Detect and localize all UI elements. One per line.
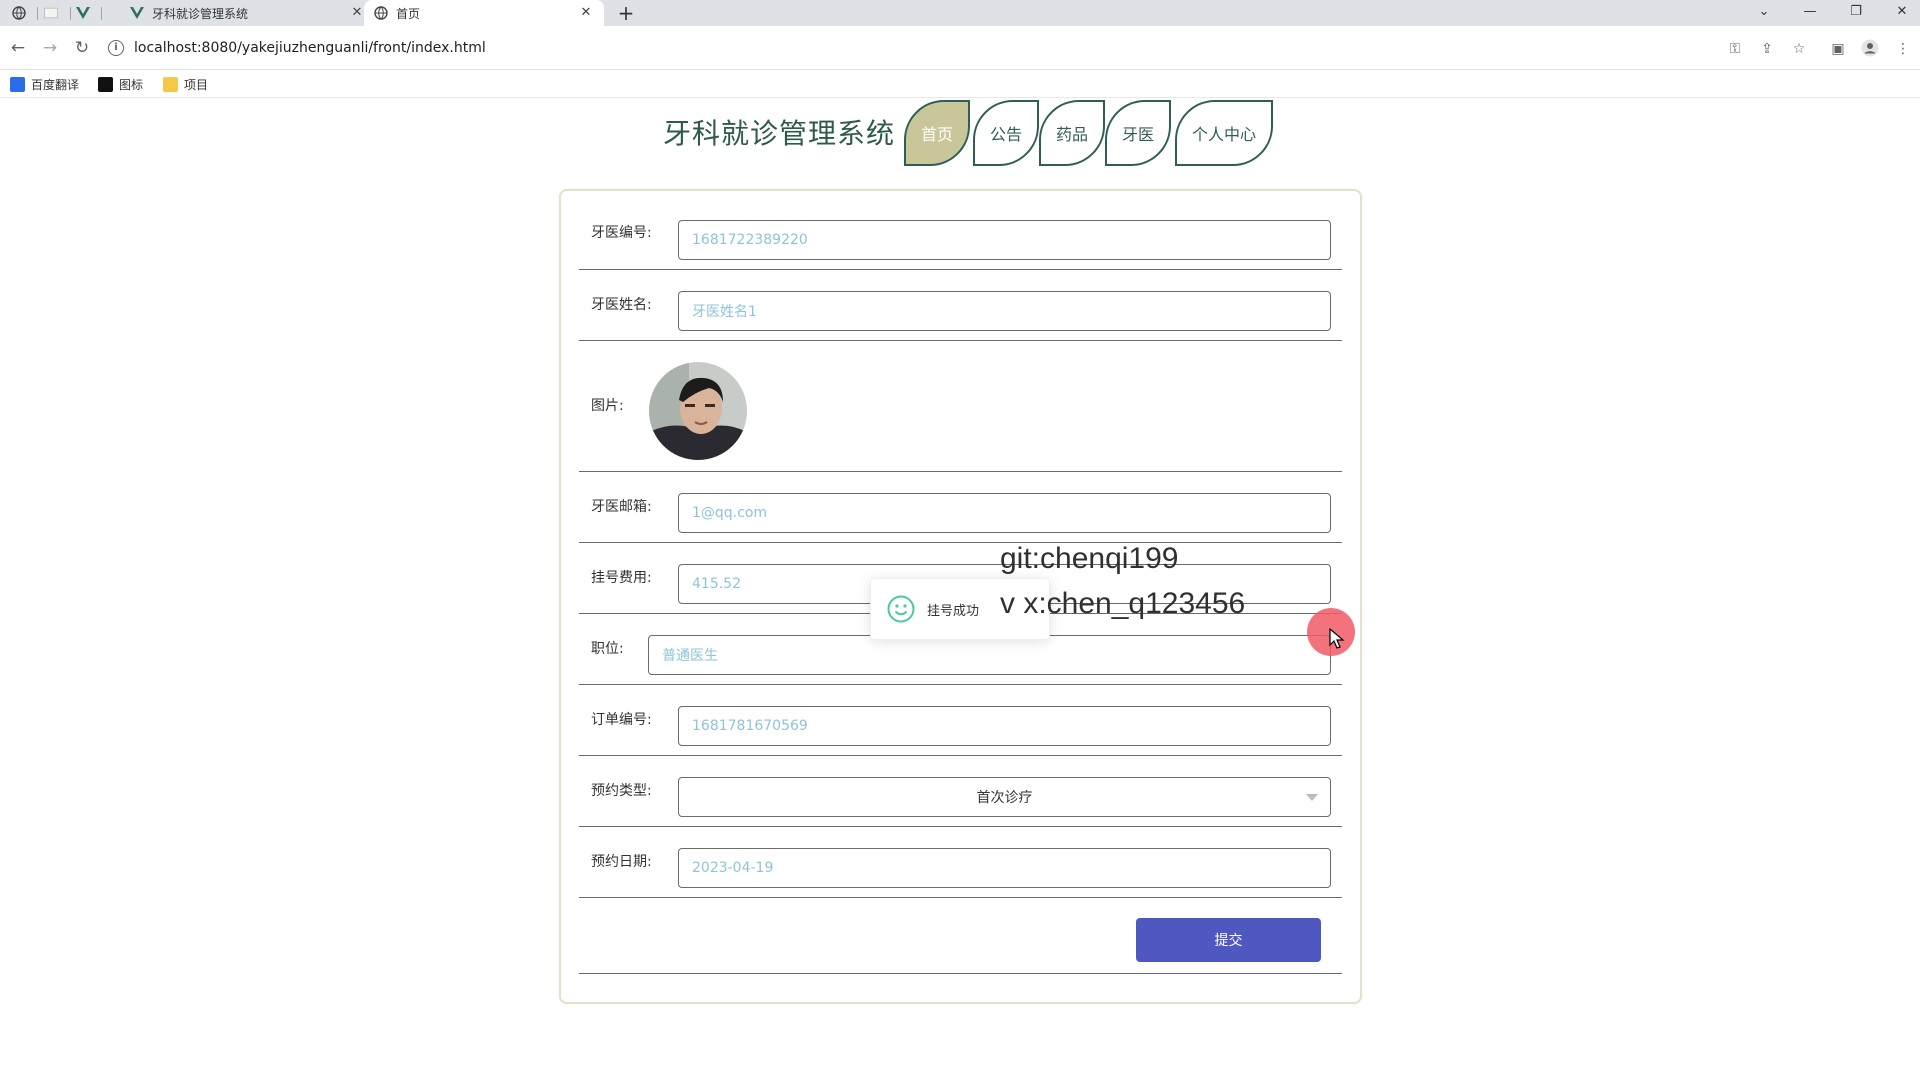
bookmarks-bar: 百度翻译 图标 项目: [0, 70, 1920, 98]
new-tab-button[interactable]: +: [615, 2, 637, 24]
bookmark-project[interactable]: 项目: [163, 76, 208, 93]
restore-icon[interactable]: ❐: [1834, 0, 1878, 26]
vue-logo-icon: [76, 6, 90, 20]
smile-icon: [887, 595, 915, 623]
bookmark-icons[interactable]: 图标: [98, 76, 143, 93]
tab-home[interactable]: 首页 ✕: [364, 0, 604, 26]
menu-icon[interactable]: ⋮: [1893, 39, 1913, 59]
back-icon[interactable]: ←: [7, 37, 29, 59]
minimize-icon[interactable]: —: [1788, 0, 1832, 26]
bookmark-star-icon[interactable]: ☆: [1789, 39, 1809, 59]
nav-medicine[interactable]: 药品: [1039, 100, 1105, 166]
dentist-name-label: 牙医姓名:: [591, 297, 652, 313]
close-icon[interactable]: ✕: [578, 5, 594, 21]
translate-icon: [10, 77, 25, 92]
dentist-avatar: [649, 362, 747, 460]
nav-dentist[interactable]: 牙医: [1105, 100, 1171, 166]
reload-icon[interactable]: ↻: [71, 37, 93, 59]
share-icon[interactable]: ⇪: [1757, 39, 1777, 59]
appt-type-label: 预约类型:: [591, 783, 652, 799]
tab-title: 牙科就诊管理系统: [152, 6, 249, 21]
tab-pinned-2[interactable]: [44, 0, 68, 26]
toast-message: 挂号成功: [927, 603, 980, 619]
position-label: 职位:: [591, 641, 624, 657]
dentist-email-label: 牙医邮箱:: [591, 499, 652, 515]
chevron-down-icon: [1306, 794, 1318, 801]
appt-date-label: 预约日期:: [591, 854, 652, 870]
dentist-name-input[interactable]: 牙医姓名1: [678, 291, 1331, 331]
tab-search-icon[interactable]: ⌄: [1742, 0, 1786, 26]
watermark-line-2: v x:chen_q123456: [1000, 587, 1246, 620]
submit-button[interactable]: 提交: [1136, 918, 1321, 962]
globe-icon: [12, 6, 26, 20]
watermark-line-1: git:chenqi199: [1000, 542, 1179, 575]
info-icon[interactable]: i: [108, 40, 124, 56]
nav-notice[interactable]: 公告: [973, 100, 1039, 166]
appt-type-select[interactable]: 首次诊疗: [678, 777, 1331, 817]
appt-date-input[interactable]: 2023-04-19: [678, 848, 1331, 888]
cursor-icon: [1329, 627, 1345, 650]
tab-pinned-1[interactable]: [12, 0, 36, 26]
appt-type-value: 首次诊疗: [976, 790, 1033, 806]
fee-label: 挂号费用:: [591, 570, 652, 586]
bookmark-baidu-translate[interactable]: 百度翻译: [10, 76, 79, 93]
browser-tab-strip: 牙科就诊管理系统 ✕ 首页 ✕ + ⌄ — ❐ ✕: [0, 0, 1920, 26]
nav-personal-center[interactable]: 个人中心: [1175, 100, 1273, 166]
vue-logo-icon: [130, 6, 144, 20]
image-icon: [98, 77, 113, 92]
tab-dental-system[interactable]: 牙科就诊管理系统 ✕: [130, 0, 362, 26]
folder-icon: [163, 77, 178, 92]
dentist-id-label: 牙医编号:: [591, 225, 652, 241]
image-label: 图片:: [591, 398, 624, 414]
window-close-icon[interactable]: ✕: [1880, 0, 1920, 26]
side-panel-icon[interactable]: ▣: [1828, 39, 1848, 59]
position-input[interactable]: 普通医生: [648, 635, 1331, 675]
order-no-input[interactable]: 1681781670569: [678, 706, 1331, 746]
tab-pinned-3[interactable]: [76, 0, 100, 26]
nav-home[interactable]: 首页: [904, 100, 970, 166]
address-bar[interactable]: i localhost:8080/yakejiuzhenguanli/front…: [108, 34, 1728, 62]
order-no-label: 订单编号:: [591, 712, 652, 728]
tab-title: 首页: [396, 6, 421, 21]
globe-icon: [374, 6, 388, 20]
profile-icon[interactable]: [1860, 39, 1880, 59]
browser-toolbar: ← → ↻ i localhost:8080/yakejiuzhenguanli…: [0, 26, 1920, 70]
page-icon: [44, 6, 58, 20]
url-text: localhost:8080/yakejiuzhenguanli/front/i…: [134, 40, 486, 56]
close-icon[interactable]: ✕: [349, 5, 365, 21]
dentist-id-input[interactable]: 1681722389220: [678, 220, 1331, 260]
key-icon[interactable]: ⚿: [1725, 39, 1745, 59]
forward-icon[interactable]: →: [39, 37, 61, 59]
dentist-email-input[interactable]: 1@qq.com: [678, 493, 1331, 533]
site-title: 牙科就诊管理系统: [663, 117, 896, 150]
